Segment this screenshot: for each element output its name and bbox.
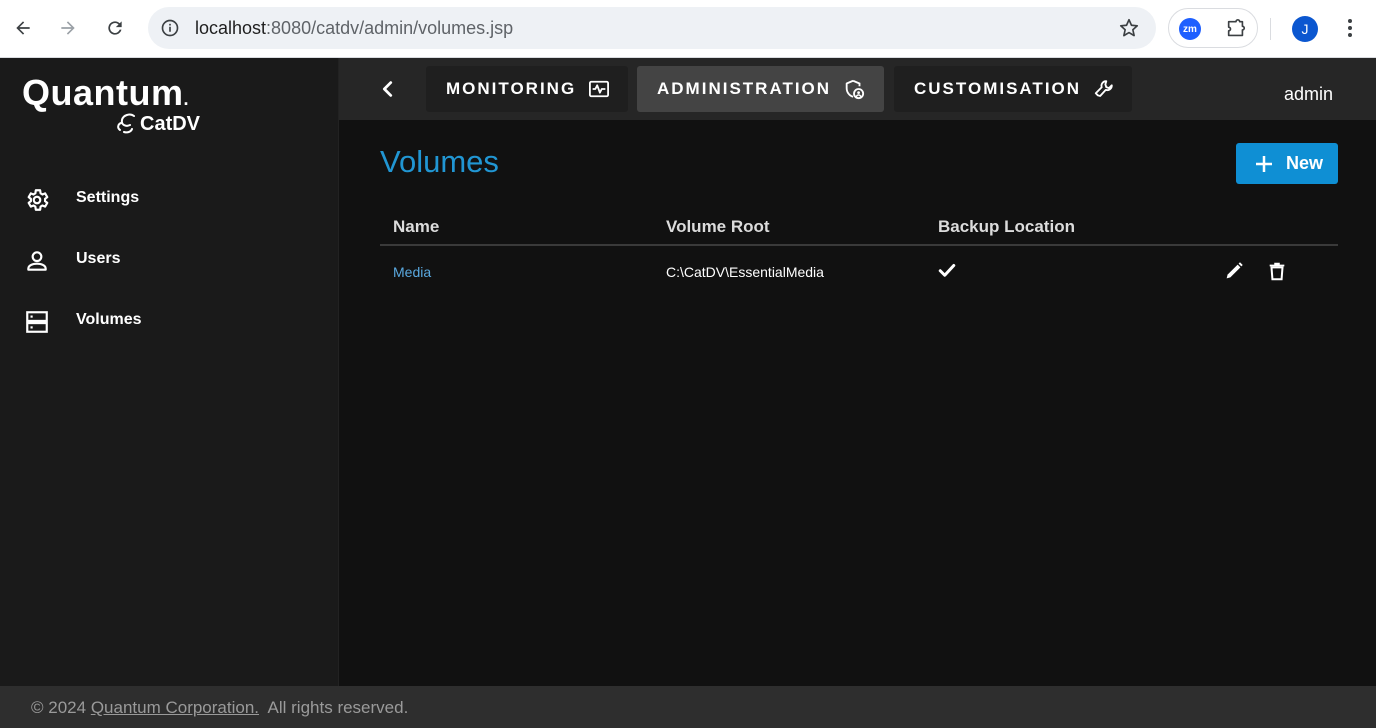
- catdv-swirl-icon: [117, 113, 135, 134]
- volume-name-link[interactable]: Media: [393, 264, 431, 280]
- sidebar-item-label: Volumes: [76, 311, 142, 328]
- reload-button[interactable]: [98, 11, 132, 45]
- top-navigation: MONITORING ADMINISTRATION CUSTOMISATION …: [339, 58, 1376, 120]
- url-host: localhost: [195, 18, 267, 38]
- site-info-icon[interactable]: [160, 18, 180, 43]
- page-title: Volumes: [380, 144, 499, 179]
- tab-monitoring[interactable]: MONITORING: [426, 66, 628, 112]
- quantum-catdv-logo: Quantum. CatDV: [22, 72, 200, 135]
- bookmark-star-icon[interactable]: [1118, 17, 1140, 44]
- copyright-text: © 2024: [31, 698, 87, 717]
- edit-icon[interactable]: [1223, 260, 1245, 287]
- tab-administration[interactable]: ADMINISTRATION: [637, 66, 884, 112]
- column-header-volume-root[interactable]: Volume Root: [666, 217, 770, 237]
- monitoring-icon: [588, 79, 610, 99]
- rights-text: All rights reserved.: [267, 698, 409, 717]
- sidebar-item-users[interactable]: Users: [0, 235, 339, 285]
- footer-text: © 2024 Quantum Corporation. All rights r…: [31, 698, 408, 718]
- address-bar[interactable]: localhost:8080/catdv/admin/volumes.jsp: [148, 7, 1156, 49]
- collapse-sidebar-button[interactable]: [377, 78, 399, 105]
- arrow-right-icon: [61, 21, 75, 35]
- tab-customisation[interactable]: CUSTOMISATION: [894, 66, 1132, 112]
- column-header-name[interactable]: Name: [393, 217, 439, 237]
- current-user[interactable]: admin: [1284, 84, 1333, 105]
- chevron-left-icon: [382, 81, 393, 97]
- sidebar-item-label: Settings: [76, 189, 140, 206]
- column-header-backup-location[interactable]: Backup Location: [938, 217, 1075, 237]
- checkmark-icon: [938, 261, 956, 282]
- more-menu-icon[interactable]: [1338, 16, 1362, 45]
- back-button[interactable]: [6, 11, 40, 45]
- plus-icon: [1254, 154, 1274, 174]
- wrench-icon: [1093, 78, 1115, 100]
- new-volume-button[interactable]: New: [1236, 143, 1338, 184]
- main-content: Volumes New Name Volume Root Backup Loca…: [339, 120, 1376, 686]
- delete-icon[interactable]: [1266, 260, 1288, 287]
- storage-icon: [24, 309, 50, 335]
- table-header: Name Volume Root Backup Location: [380, 216, 1338, 246]
- arrow-left-icon: [16, 21, 30, 35]
- url-path: :8080/catdv/admin/volumes.jsp: [266, 18, 514, 38]
- logo-main-text: Quantum.: [22, 72, 189, 114]
- logo-sub-text: CatDV: [114, 110, 200, 136]
- profile-avatar[interactable]: J: [1292, 16, 1318, 42]
- table-row: Media C:\CatDV\EssentialMedia: [380, 256, 1338, 288]
- logo-main-word: Quantum: [22, 72, 184, 113]
- gear-icon: [24, 187, 50, 213]
- logo-sub-word: CatDV: [140, 113, 201, 135]
- toolbar-divider: [1270, 18, 1271, 40]
- extensions-puzzle-icon[interactable]: [1225, 18, 1247, 45]
- footer: © 2024 Quantum Corporation. All rights r…: [0, 686, 1376, 728]
- sidebar-item-label: Users: [76, 250, 121, 267]
- sidebar-item-volumes[interactable]: Volumes: [0, 296, 339, 346]
- tab-label: ADMINISTRATION: [657, 79, 832, 98]
- tab-label: CUSTOMISATION: [914, 79, 1082, 98]
- reload-icon: [108, 21, 122, 35]
- user-icon: [24, 248, 50, 274]
- volume-root-value: C:\CatDV\EssentialMedia: [666, 264, 824, 280]
- sidebar: Quantum. CatDV Settings Users Volumes: [0, 58, 339, 686]
- zoom-extension-icon[interactable]: zm: [1179, 18, 1201, 40]
- company-link[interactable]: Quantum Corporation.: [91, 698, 259, 717]
- browser-toolbar: localhost:8080/catdv/admin/volumes.jsp z…: [0, 0, 1376, 58]
- new-button-label: New: [1286, 153, 1324, 173]
- sidebar-item-settings[interactable]: Settings: [0, 174, 339, 224]
- tab-label: MONITORING: [446, 79, 577, 98]
- forward-button[interactable]: [51, 11, 85, 45]
- url-text: localhost:8080/catdv/admin/volumes.jsp: [195, 18, 513, 39]
- extensions-group: zm: [1168, 8, 1258, 48]
- logo-mark: .: [183, 89, 190, 109]
- admin-icon: [843, 78, 865, 100]
